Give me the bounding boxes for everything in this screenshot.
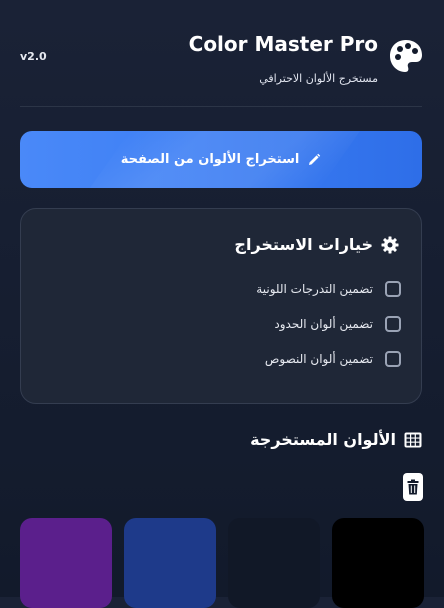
option-include-text[interactable]: تضمين ألوان النصوص: [265, 351, 401, 367]
pencil-icon: [309, 153, 321, 165]
borders-checkbox[interactable]: [385, 316, 401, 332]
option-label: تضمين ألوان النصوص: [264, 352, 373, 366]
clear-colors-button[interactable]: [403, 473, 423, 501]
options-title: خيارات الاستخراج: [234, 235, 373, 254]
gradients-checkbox[interactable]: [385, 281, 401, 297]
option-include-borders[interactable]: تضمين ألوان الحدود: [274, 316, 401, 332]
extract-button-label: استخراج الألوان من الصفحة: [120, 152, 300, 167]
color-swatch[interactable]: [228, 518, 320, 608]
trash-icon: [407, 479, 419, 495]
header-divider: [20, 106, 422, 107]
palette-icon: [390, 40, 422, 72]
extract-colors-button[interactable]: استخراج الألوان من الصفحة: [20, 131, 422, 188]
grid-icon: [404, 432, 422, 447]
version-label: v2.0: [20, 50, 47, 63]
text-checkbox[interactable]: [385, 351, 401, 367]
extraction-options-card: خيارات الاستخراج تضمين التدرجات اللونية …: [20, 208, 422, 404]
color-swatch[interactable]: [332, 518, 424, 608]
option-label: تضمين التدرجات اللونية: [256, 282, 373, 296]
app-subtitle: مستخرج الألوان الاحترافي: [259, 72, 378, 85]
color-swatch[interactable]: [124, 518, 216, 608]
option-include-gradients[interactable]: تضمين التدرجات اللونية: [256, 281, 401, 297]
gear-icon: [381, 236, 399, 253]
color-swatch[interactable]: [20, 518, 112, 608]
extracted-colors-title: الألوان المستخرجة: [250, 430, 396, 449]
option-label: تضمين ألوان الحدود: [274, 317, 373, 331]
app-title: Color Master Pro: [188, 32, 378, 56]
